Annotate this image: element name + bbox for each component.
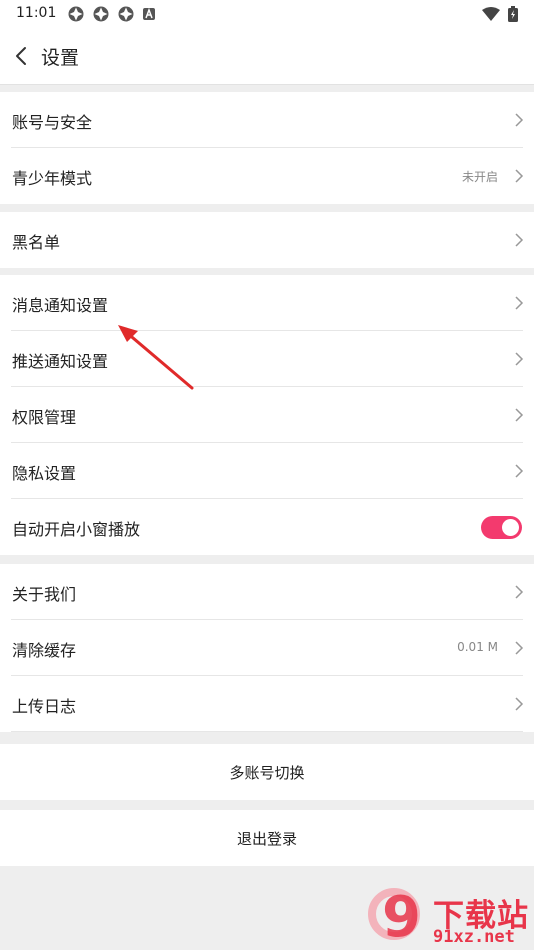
settings-group-account: 账号与安全 青少年模式 未开启 bbox=[0, 92, 534, 204]
watermark-url: 91xz.net bbox=[433, 927, 515, 947]
battery-icon bbox=[508, 6, 518, 22]
switch-account-button[interactable]: 多账号切换 bbox=[0, 744, 534, 800]
toggle-knob bbox=[502, 519, 519, 536]
notification-app-icon bbox=[93, 6, 109, 22]
chevron-right-icon bbox=[515, 641, 524, 655]
row-label: 账号与安全 bbox=[12, 113, 93, 132]
chevron-right-icon bbox=[515, 113, 524, 127]
settings-row-blacklist[interactable]: 黑名单 bbox=[0, 212, 534, 268]
notification-app-icon bbox=[68, 6, 84, 22]
back-arrow-icon[interactable] bbox=[10, 42, 34, 70]
settings-row-clear-cache[interactable]: 清除缓存 0.01 M bbox=[0, 620, 534, 676]
row-label: 清除缓存 bbox=[12, 641, 77, 660]
row-label: 隐私设置 bbox=[12, 464, 77, 483]
chevron-right-icon bbox=[515, 233, 524, 247]
row-label: 关于我们 bbox=[12, 585, 77, 604]
chevron-right-icon bbox=[515, 585, 524, 599]
settings-group-blacklist: 黑名单 bbox=[0, 212, 534, 268]
settings-row-teen-mode[interactable]: 青少年模式 未开启 bbox=[0, 148, 534, 204]
watermark-logo-glyph: 9 bbox=[382, 886, 421, 950]
notification-icons bbox=[68, 6, 155, 22]
row-label: 自动开启小窗播放 bbox=[12, 520, 141, 539]
page-title: 设置 bbox=[41, 47, 80, 69]
cache-size: 0.01 M bbox=[457, 640, 498, 654]
logout-section: 退出登录 bbox=[0, 810, 534, 866]
row-label: 权限管理 bbox=[12, 408, 77, 427]
settings-row-upload-log[interactable]: 上传日志 bbox=[0, 676, 534, 732]
status-bar: 11:01 bbox=[0, 0, 534, 28]
auto-mini-window-toggle[interactable] bbox=[481, 516, 522, 539]
settings-row-auto-mini-window: 自动开启小窗播放 bbox=[0, 499, 534, 555]
settings-group-notifications: 消息通知设置 推送通知设置 权限管理 隐私设置 自动开启小窗播放 bbox=[0, 275, 534, 555]
row-label: 黑名单 bbox=[12, 233, 61, 252]
settings-row-account-security[interactable]: 账号与安全 bbox=[0, 92, 534, 148]
teen-mode-status: 未开启 bbox=[461, 170, 498, 184]
row-label: 消息通知设置 bbox=[12, 296, 109, 315]
header: 设置 bbox=[0, 28, 534, 85]
row-label: 上传日志 bbox=[12, 697, 77, 716]
logout-button[interactable]: 退出登录 bbox=[0, 810, 534, 866]
status-time: 11:01 bbox=[16, 5, 57, 21]
settings-row-about-us[interactable]: 关于我们 bbox=[0, 564, 534, 620]
switch-account-section: 多账号切换 bbox=[0, 744, 534, 800]
chevron-right-icon bbox=[515, 697, 524, 711]
row-label: 推送通知设置 bbox=[12, 352, 109, 371]
wifi-icon bbox=[482, 7, 500, 21]
settings-row-privacy[interactable]: 隐私设置 bbox=[0, 443, 534, 499]
settings-row-message-notification[interactable]: 消息通知设置 bbox=[0, 275, 534, 331]
settings-row-permissions[interactable]: 权限管理 bbox=[0, 387, 534, 443]
settings-group-about: 关于我们 清除缓存 0.01 M 上传日志 bbox=[0, 564, 534, 732]
system-icons bbox=[482, 6, 518, 22]
chevron-right-icon bbox=[515, 464, 524, 478]
row-label: 青少年模式 bbox=[12, 169, 93, 188]
chevron-right-icon bbox=[515, 169, 524, 183]
chevron-right-icon bbox=[515, 408, 524, 422]
settings-row-push-notification[interactable]: 推送通知设置 bbox=[0, 331, 534, 387]
divider bbox=[11, 731, 523, 732]
keyboard-a-icon bbox=[143, 8, 155, 20]
annotation-arrow-icon bbox=[118, 325, 194, 390]
notification-app-icon bbox=[118, 6, 134, 22]
chevron-right-icon bbox=[515, 296, 524, 310]
chevron-right-icon bbox=[515, 352, 524, 366]
